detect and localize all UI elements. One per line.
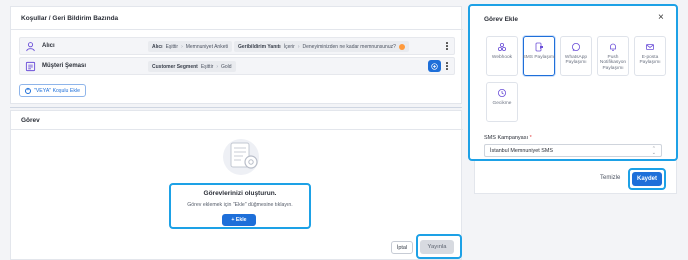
condition-row: Müşteri Şeması Customer Segment Eşittir › G… [19, 57, 455, 75]
divider [11, 29, 463, 30]
emoji-icon [398, 43, 405, 50]
schema-icon [25, 61, 36, 72]
push-notification-icon [610, 43, 616, 51]
condition-pill[interactable]: Geribildirim Yanıtı İçerir › Deneyiminizden… [234, 41, 409, 52]
conditions-title: Koşullar / Geri Bildirim Bazında [21, 15, 119, 22]
condition-pill[interactable]: Customer Segment Eşittir › Gold [148, 61, 236, 72]
tile-label: E-posta Paylaşımı [639, 55, 661, 66]
tile-label: SMS Paylaşımı [522, 55, 556, 60]
task-panel: Görev Görevlerinizi oluşturun. Görev ekl… [10, 110, 463, 260]
add-task-modal: Görev Ekle × Webhook SMS Paylaşımı Whats… [468, 4, 678, 161]
condition-row-name: Alıcı [42, 43, 55, 49]
task-type-webhook[interactable]: Webhook [486, 36, 518, 76]
campaign-label-row: SMS Kampanyası * [484, 135, 532, 141]
tile-label: Webhook [491, 55, 513, 60]
empty-title: Görevlerinizi oluşturun. [203, 190, 277, 197]
task-type-sms[interactable]: SMS Paylaşımı [523, 36, 555, 76]
section-divider [10, 107, 462, 108]
close-icon[interactable]: × [658, 12, 664, 23]
task-title: Görev [21, 117, 40, 124]
email-icon [646, 44, 654, 50]
empty-text: Görev eklemek için "Ekle" düğmesine tıkl… [187, 202, 293, 208]
tile-label: Push Notifikasyon Paylaşımı [599, 55, 627, 71]
user-icon [26, 42, 35, 52]
conditions-panel: Koşullar / Geri Bildirim Bazında Alıcı A… [10, 6, 463, 104]
condition-pill[interactable]: Alıcı Eşittir › Memnuniyet Anketi [148, 41, 232, 52]
campaign-label: SMS Kampanyası [484, 135, 529, 141]
required-mark: * [529, 135, 532, 141]
tile-label: Gecikme [492, 101, 512, 106]
whatsapp-icon [572, 43, 580, 52]
webhook-icon [497, 42, 507, 52]
condition-row: Alıcı Alıcı Eşittir › Memnuniyet Anketi Ger… [19, 37, 455, 55]
task-type-whatsapp[interactable]: WhatsApp Paylaşımı [560, 36, 592, 76]
tile-label: WhatsApp Paylaşımı [564, 55, 588, 66]
empty-tasks-illustration-icon [223, 139, 259, 175]
clear-button[interactable]: Temizle [600, 175, 620, 181]
add-or-condition-button[interactable]: + "VEYA" Koşulu Ekle [19, 84, 86, 97]
clock-icon [498, 89, 506, 97]
task-type-delay[interactable]: Gecikme [486, 82, 518, 122]
chevron-updown-icon: ⌃ ⌄ [651, 146, 656, 156]
add-icon-button[interactable] [428, 60, 441, 72]
plus-circle-icon [431, 62, 438, 70]
condition-row-name: Müşteri Şeması [42, 63, 87, 69]
divider [11, 129, 463, 130]
more-vertical-icon[interactable] [444, 62, 450, 72]
more-vertical-icon[interactable] [444, 42, 450, 52]
task-type-email[interactable]: E-posta Paylaşımı [634, 36, 666, 76]
plus-circle-icon: + [25, 87, 31, 94]
add-task-button[interactable]: + Ekle [222, 214, 256, 226]
sms-icon [535, 42, 543, 52]
save-button[interactable]: Kaydet [632, 172, 662, 186]
campaign-select-value: İstanbul Memnuniyet SMS [490, 148, 553, 154]
task-type-push[interactable]: Push Notifikasyon Paylaşımı [597, 36, 629, 76]
modal-title: Görev Ekle [484, 16, 518, 23]
cancel-button[interactable]: İptal [391, 241, 413, 254]
publish-button[interactable]: Yayınla [420, 240, 454, 254]
campaign-select[interactable]: İstanbul Memnuniyet SMS ⌃ ⌄ [484, 144, 662, 157]
empty-state-card: Görevlerinizi oluşturun. Görev eklemek i… [169, 183, 311, 229]
